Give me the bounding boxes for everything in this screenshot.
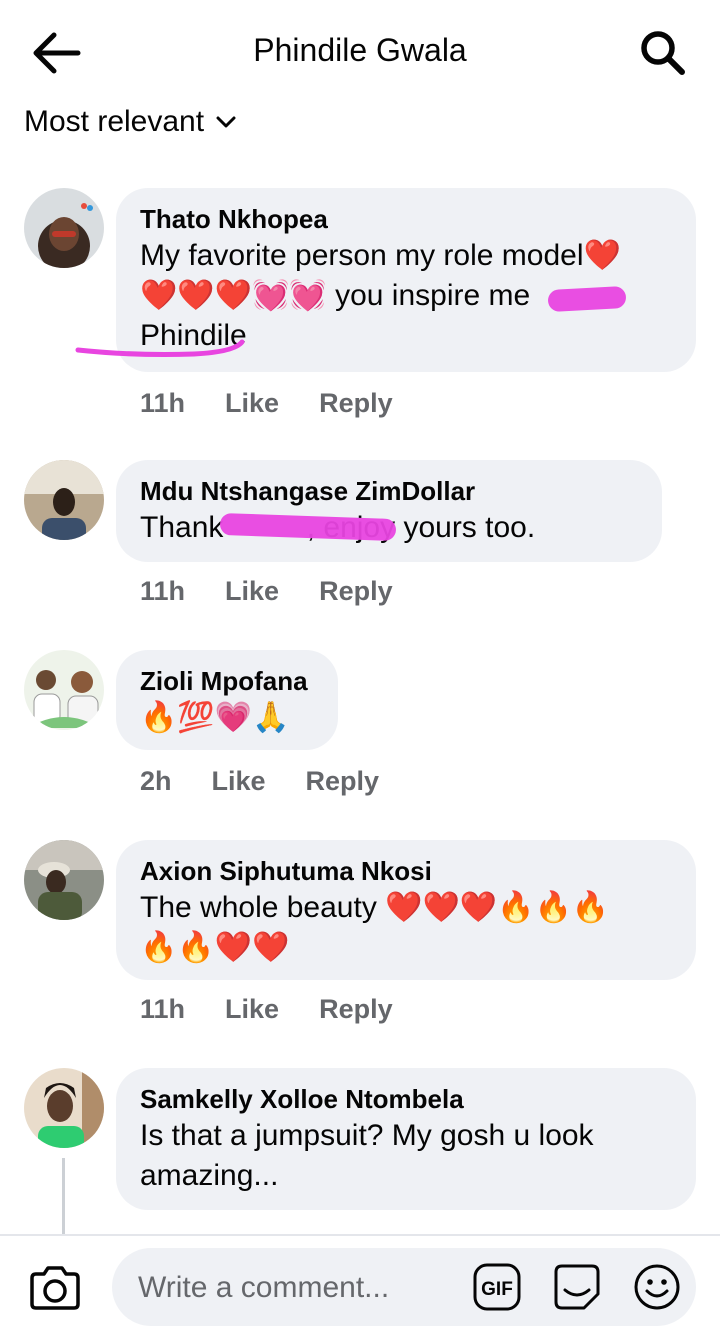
avatar[interactable] — [24, 188, 104, 268]
comment-author[interactable]: Samkelly Xolloe Ntombela — [140, 1082, 672, 1116]
comment-actions: 11h Like Reply — [140, 388, 393, 419]
sort-label: Most relevant — [24, 105, 205, 138]
smiley-icon[interactable] — [632, 1262, 682, 1312]
avatar[interactable] — [24, 1068, 104, 1148]
avatar[interactable] — [24, 460, 104, 540]
search-icon[interactable] — [638, 28, 688, 78]
comment-actions: 2h Like Reply — [140, 766, 379, 797]
reply-button[interactable]: Reply — [319, 576, 393, 607]
reply-button[interactable]: Reply — [319, 388, 393, 419]
comment-text-line: amazing... — [140, 1159, 279, 1192]
comment-input[interactable] — [136, 1248, 470, 1328]
sticker-icon[interactable] — [552, 1260, 602, 1312]
reply-button[interactable]: Reply — [319, 994, 393, 1025]
comment-time: 11h — [140, 994, 186, 1024]
like-button[interactable]: Like — [225, 994, 279, 1025]
gif-icon[interactable]: GIF — [472, 1262, 522, 1312]
page-title: Phindile Gwala — [253, 32, 467, 68]
top-bar: Phindile Gwala — [0, 0, 720, 100]
avatar[interactable] — [24, 650, 104, 730]
comment-author[interactable]: Thato Nkhopea — [140, 202, 672, 236]
comment-text-line: 🔥🔥❤️❤️ — [140, 931, 290, 964]
thread-line — [62, 1158, 65, 1238]
comment-bubble: Zioli Mpofana 🔥💯💗🙏 — [116, 650, 338, 750]
comment-bubble: Axion Siphutuma Nkosi The whole beauty ❤… — [116, 840, 696, 980]
comment-text-line: The whole beauty ❤️❤️❤️🔥🔥🔥 — [140, 891, 610, 924]
sort-dropdown[interactable]: Most relevant — [24, 100, 238, 144]
comment-time: 2h — [140, 766, 172, 796]
comment-time: 11h — [140, 388, 186, 418]
comment-text-line: Is that a jumpsuit? My gosh u look — [140, 1119, 594, 1152]
comment-actions: 11h Like Reply — [140, 576, 393, 607]
like-button[interactable]: Like — [225, 388, 279, 419]
comment-composer: GIF — [0, 1234, 720, 1338]
avatar[interactable] — [24, 840, 104, 920]
comment-text-line: 🔥💯💗🙏 — [140, 701, 290, 734]
comment-input-box: GIF — [112, 1248, 696, 1328]
svg-text:GIF: GIF — [481, 1279, 513, 1300]
like-button[interactable]: Like — [212, 766, 266, 797]
comment-author[interactable]: Mdu Ntshangase ZimDollar — [140, 474, 638, 508]
comment-author[interactable]: Zioli Mpofana — [140, 664, 314, 698]
chevron-down-icon — [216, 116, 236, 128]
comment-time: 11h — [140, 576, 186, 606]
comment-actions: 11h Like Reply — [140, 994, 393, 1025]
reply-button[interactable]: Reply — [306, 766, 380, 797]
redaction-scribble — [547, 285, 627, 313]
comment-text-line: My favorite person my role model❤️ — [140, 239, 621, 272]
like-button[interactable]: Like — [225, 576, 279, 607]
camera-icon[interactable] — [28, 1264, 82, 1312]
comment-author[interactable]: Axion Siphutuma Nkosi — [140, 854, 672, 888]
comment-bubble: Samkelly Xolloe Ntombela Is that a jumps… — [116, 1068, 696, 1210]
comment-bubble: Mdu Ntshangase ZimDollar Thank , enjoy y… — [116, 460, 662, 562]
underline-scribble — [75, 339, 245, 357]
